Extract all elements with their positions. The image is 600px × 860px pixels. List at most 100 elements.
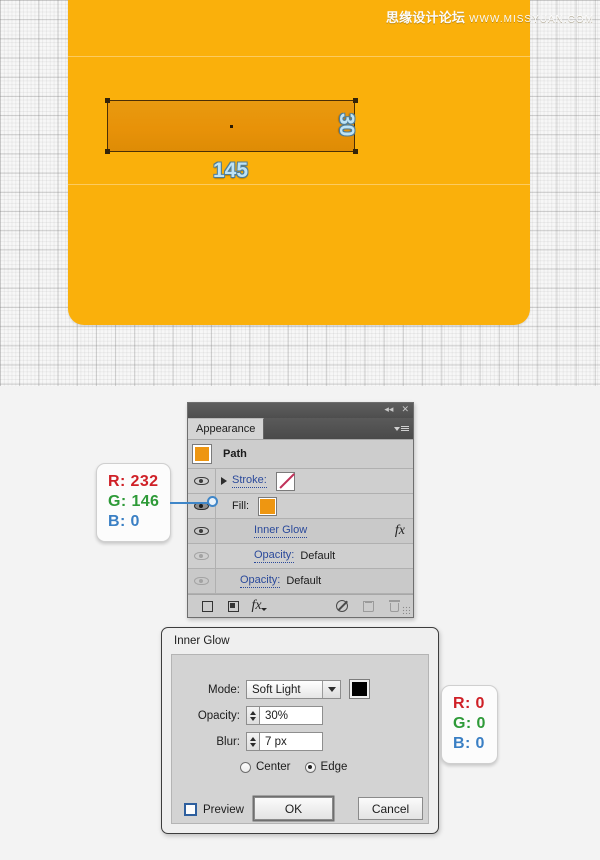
square-outline-icon [201, 600, 213, 612]
anchor-point-top-right[interactable] [353, 98, 358, 103]
illustrator-canvas[interactable]: 145 30 思缘设计论坛 WWW.MISSYUAN.COM [0, 0, 600, 386]
stroke-label[interactable]: Stroke: [232, 474, 267, 488]
appearance-row-inner-glow[interactable]: Inner Glow fx [188, 519, 413, 544]
radio-center[interactable]: Center [240, 761, 291, 773]
inner-glow-visibility-toggle[interactable] [188, 519, 216, 543]
mode-label: Mode: [208, 683, 240, 696]
appearance-row-stroke[interactable]: Stroke: [188, 469, 413, 494]
appearance-row-path[interactable]: Path [188, 440, 413, 469]
appearance-row-opacity-object[interactable]: Opacity: Default [188, 569, 413, 594]
opacity-object-visibility-toggle[interactable] [188, 569, 216, 593]
stepper-down-icon[interactable] [250, 716, 256, 721]
b-label: B: [453, 735, 471, 752]
clear-appearance-button[interactable] [329, 600, 355, 612]
preview-checkbox-row[interactable]: Preview [184, 803, 244, 816]
anchor-point-bottom-left[interactable] [105, 149, 110, 154]
selected-rectangle-path[interactable] [107, 100, 355, 152]
chevron-down-icon [394, 426, 400, 431]
opacity-object-label[interactable]: Opacity: [240, 574, 281, 588]
glow-color-rgb-callout: R: 0 G: 0 B: 0 [441, 685, 498, 764]
fill-label[interactable]: Fill: [232, 500, 249, 513]
opacity-nested-value: Default [300, 550, 336, 562]
anchor-point-top-left[interactable] [105, 98, 110, 103]
stepper-up-icon[interactable] [250, 710, 256, 715]
ok-button[interactable]: OK [254, 797, 333, 820]
preview-label: Preview [203, 803, 244, 816]
dialog-content-area: Mode: Soft Light Opacity: 30% Blur: 7 px… [171, 654, 429, 824]
blur-input[interactable]: 7 px [259, 732, 323, 751]
dimension-label-height: 30 [335, 113, 358, 137]
stroke-disclosure-triangle[interactable] [216, 477, 232, 485]
fill-color-swatch[interactable] [258, 496, 278, 516]
opacity-input[interactable]: 30% [259, 706, 323, 725]
appearance-panel-footer: fx [188, 595, 413, 617]
cancel-button-label: Cancel [371, 801, 410, 816]
add-new-fill-button[interactable] [220, 600, 246, 612]
shape-seam-line-bottom [68, 184, 530, 185]
r-label: R: [453, 695, 471, 712]
cancel-button[interactable]: Cancel [358, 797, 423, 820]
radio-edge-label: Edge [320, 761, 348, 773]
collapse-icon[interactable]: ◂◂ [384, 406, 393, 415]
square-filled-icon [227, 600, 239, 612]
callout-g-line: G: 146 [108, 492, 159, 512]
watermark-url: WWW.MISSYUAN.COM [469, 14, 594, 25]
path-thumbnail-swatch [192, 444, 212, 464]
watermark: 思缘设计论坛 WWW.MISSYUAN.COM [386, 7, 594, 26]
stroke-visibility-toggle[interactable] [188, 469, 216, 493]
radio-edge[interactable]: Edge [304, 761, 348, 773]
close-icon[interactable]: ✕ [401, 406, 409, 415]
eye-icon [194, 576, 209, 586]
ok-button-label: OK [284, 801, 303, 816]
resize-grip-icon[interactable] [402, 606, 410, 614]
glow-color-swatch[interactable] [349, 679, 370, 699]
anchor-point-bottom-right[interactable] [353, 149, 358, 154]
g-value: 146 [131, 493, 160, 510]
stepper-down-icon[interactable] [250, 742, 256, 747]
blur-stepper[interactable] [246, 732, 259, 751]
r-value: 232 [130, 473, 159, 490]
glow-origin-radio-group: Center Edge [240, 761, 347, 773]
trash-icon [388, 600, 400, 612]
panel-tabbar: Appearance [188, 418, 413, 439]
opacity-label: Opacity: [197, 709, 240, 722]
dimension-label-width: 145 [213, 159, 249, 182]
appearance-panel[interactable]: ◂◂ ✕ Appearance Path Stroke: Fill: Inner… [187, 402, 414, 618]
radio-button-icon [240, 761, 251, 773]
no-symbol-icon [336, 600, 348, 612]
eye-icon [194, 526, 209, 536]
opacity-stepper[interactable] [246, 706, 259, 725]
opacity-nested-visibility-toggle[interactable] [188, 544, 216, 568]
panel-menu-icon[interactable] [394, 423, 409, 434]
tab-appearance[interactable]: Appearance [188, 418, 265, 439]
b-label: B: [108, 513, 126, 530]
chevron-down-icon [322, 681, 340, 698]
add-new-stroke-button[interactable] [194, 600, 220, 612]
duplicate-item-button[interactable] [355, 600, 381, 612]
path-row-label: Path [223, 448, 247, 460]
artwork-orange-shape[interactable] [68, 0, 530, 325]
glow-callout-r-line: R: 0 [453, 694, 486, 714]
r-value: 0 [475, 695, 485, 712]
opacity-nested-label[interactable]: Opacity: [254, 549, 295, 563]
duplicate-icon [362, 600, 374, 612]
inner-glow-label[interactable]: Inner Glow [254, 524, 308, 538]
appearance-row-fill[interactable]: Fill: [188, 494, 413, 519]
radio-button-selected-icon [304, 761, 316, 773]
blur-input-value: 7 px [265, 735, 287, 748]
fill-color-rgb-callout: R: 232 G: 146 B: 0 [96, 463, 172, 542]
watermark-site-name: 思缘设计论坛 [385, 10, 466, 25]
checkbox-icon[interactable] [184, 803, 197, 816]
opacity-object-value: Default [286, 575, 322, 587]
mode-select-value: Soft Light [252, 683, 301, 696]
stepper-up-icon[interactable] [250, 736, 256, 741]
inner-glow-dialog[interactable]: Inner Glow Mode: Soft Light Opacity: 30%… [161, 627, 439, 834]
fx-icon[interactable]: fx [395, 523, 405, 539]
glow-callout-b-line: B: 0 [453, 734, 486, 754]
triangle-right-icon [221, 477, 227, 485]
stroke-color-swatch-none[interactable] [275, 471, 295, 491]
add-effect-button[interactable]: fx [246, 598, 272, 614]
callout-leader-endpoint [207, 496, 218, 507]
appearance-row-opacity-nested[interactable]: Opacity: Default [188, 544, 413, 569]
mode-select[interactable]: Soft Light [246, 680, 341, 699]
